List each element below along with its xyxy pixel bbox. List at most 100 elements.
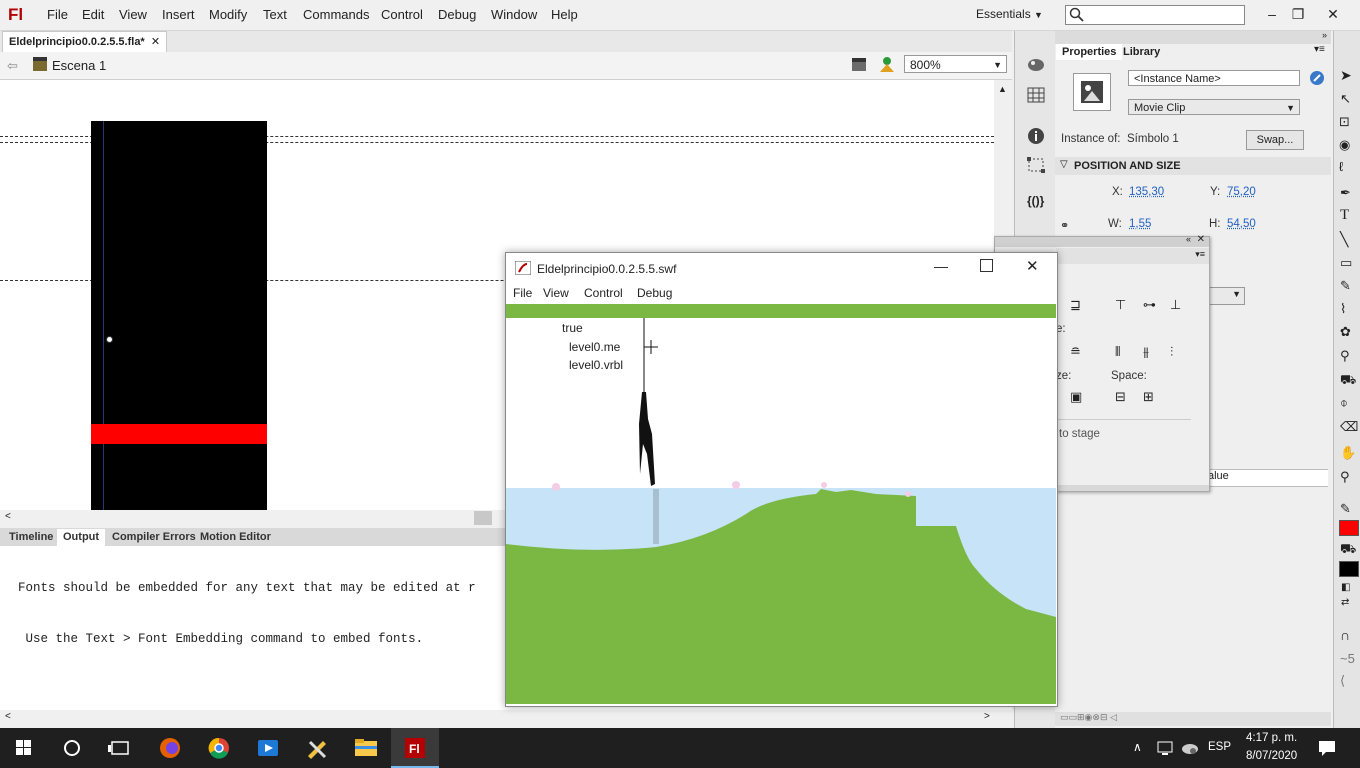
y-value[interactable]: 75,20 (1227, 186, 1256, 198)
eraser-icon[interactable]: ⌫ (1340, 419, 1358, 435)
resize-grip[interactable] (1056, 485, 1209, 491)
menu-modify[interactable]: Modify (209, 7, 247, 22)
footer-icons[interactable]: ▭▭⊞◉⊗⊟ ◁ (1060, 712, 1117, 723)
instance-name-field[interactable]: <Instance Name> (1128, 70, 1300, 86)
align-bottom-icon[interactable]: ⊒ (1070, 297, 1081, 313)
align-bottom-edge-icon[interactable]: ⊥ (1170, 297, 1181, 313)
workspace-switcher[interactable]: Essentials ▼ (976, 7, 1043, 21)
line-tool-icon[interactable]: ╲ (1340, 231, 1348, 248)
edit-scene-icon[interactable] (851, 56, 869, 74)
selection-tool-icon[interactable]: ➤ (1340, 67, 1352, 84)
restore-button[interactable]: ❐ (1283, 2, 1313, 26)
menu-text[interactable]: Text (263, 7, 287, 22)
tab-compiler-errors[interactable]: Compiler Errors (106, 529, 202, 546)
x-value[interactable]: 135,30 (1129, 186, 1164, 198)
document-tab[interactable]: Eldelprincipio0.0.2.5.5.fla* ✕ (2, 31, 168, 52)
3d-rotation-icon[interactable]: ◉ (1339, 137, 1350, 153)
align-to-stage-label[interactable]: to stage (1059, 428, 1100, 440)
paint-bucket-icon[interactable]: ⛟ (1340, 372, 1356, 390)
swf-game-canvas[interactable]: true level0.me level0.vrbl (506, 304, 1056, 704)
close-button[interactable]: ✕ (1318, 2, 1348, 26)
tab-properties[interactable]: Properties (1056, 44, 1123, 60)
tab-library[interactable]: Library (1117, 44, 1166, 60)
link-icon[interactable]: ⚭ (1060, 219, 1069, 232)
tab-output[interactable]: Output (57, 529, 106, 546)
registration-point[interactable] (106, 336, 113, 343)
fill-color-swatch[interactable] (1339, 561, 1359, 577)
zoom-select[interactable]: 800% ▼ (904, 55, 1007, 73)
match-height-icon[interactable]: ▣ (1070, 389, 1082, 405)
free-transform-icon[interactable]: ⊡ (1339, 114, 1350, 130)
menu-commands[interactable]: Commands (303, 7, 369, 22)
flash-taskbar-icon[interactable]: Fl (391, 728, 439, 768)
start-button[interactable] (0, 728, 48, 768)
hand-tool-icon[interactable]: ✋ (1340, 445, 1356, 461)
swf-minimize-button[interactable]: — (934, 258, 948, 274)
swf-title-bar[interactable]: Eldelprincipio0.0.2.5.5.swf — ✕ (506, 253, 1057, 283)
scroll-thumb[interactable] (474, 511, 492, 525)
swf-maximize-button[interactable] (980, 259, 993, 272)
output-horizontal-scrollbar[interactable]: < > (0, 710, 1012, 727)
symbol-type-select[interactable]: Movie Clip ▼ (1128, 99, 1300, 115)
zoom-tool-icon[interactable]: ⚲ (1340, 469, 1350, 485)
file-explorer-icon[interactable] (342, 728, 390, 768)
task-view-icon[interactable] (96, 728, 144, 768)
back-arrow-icon[interactable]: ⇦ (7, 58, 18, 74)
tools-app-icon[interactable] (293, 728, 341, 768)
align-top-icon[interactable]: ⊤ (1115, 297, 1126, 313)
scroll-right-icon[interactable]: > (984, 711, 990, 722)
pencil-tool-icon[interactable]: ✎ (1340, 278, 1351, 294)
space-evenly-vertical-icon[interactable]: ⊟ (1115, 389, 1126, 405)
swf-close-button[interactable]: ✕ (1026, 257, 1039, 275)
pen-tool-icon[interactable]: ✒ (1340, 185, 1351, 201)
swatches-icon[interactable] (1027, 87, 1045, 103)
lasso-icon[interactable]: ℓ (1339, 159, 1343, 174)
space-evenly-horizontal-icon[interactable]: ⊞ (1143, 389, 1154, 405)
panel-menu-icon[interactable]: ▾≡ (1195, 249, 1205, 260)
h-value[interactable]: 54,50 (1227, 218, 1256, 230)
edit-icon[interactable] (1309, 70, 1325, 86)
swf-menu-view[interactable]: View (543, 286, 569, 300)
rectangle-tool-icon[interactable]: ▭ (1340, 255, 1352, 271)
language-indicator[interactable]: ESP (1208, 741, 1231, 753)
close-panel-icon[interactable]: ✕ (1197, 234, 1205, 245)
menu-view[interactable]: View (119, 7, 147, 22)
swf-menu-control[interactable]: Control (584, 286, 623, 300)
align-vertical-center-icon[interactable]: ⊶ (1143, 297, 1156, 313)
text-tool-icon[interactable]: T (1340, 207, 1349, 224)
tab-motion-editor[interactable]: Motion Editor (194, 529, 277, 546)
media-player-icon[interactable] (244, 728, 292, 768)
smooth-icon[interactable]: ~5 (1340, 651, 1355, 666)
notification-icon[interactable] (1318, 739, 1336, 757)
menu-debug[interactable]: Debug (438, 7, 476, 22)
distribute-center-icon[interactable]: ⫵ (1143, 344, 1149, 360)
chrome-icon[interactable] (195, 728, 243, 768)
blend-select[interactable]: ▼ (1208, 287, 1245, 305)
brush-tool-icon[interactable]: ⌇ (1340, 301, 1346, 317)
scroll-left-icon[interactable]: < (5, 711, 11, 722)
movie-clip-instance[interactable] (91, 121, 267, 510)
clock-time[interactable]: 4:17 p. m. (1246, 732, 1297, 744)
align-panel-header[interactable]: «✕ (995, 234, 1209, 247)
eyedropper-icon[interactable]: ⌽ (1340, 395, 1348, 411)
swf-menu-file[interactable]: File (513, 286, 532, 300)
volume-icon[interactable] (1181, 739, 1199, 757)
position-size-header[interactable]: ▽ POSITION AND SIZE (1055, 157, 1331, 175)
show-hidden-icons[interactable]: ∧ (1133, 740, 1142, 754)
menu-insert[interactable]: Insert (162, 7, 195, 22)
stroke-color-icon[interactable]: ✎ (1340, 501, 1351, 517)
scene-label[interactable]: Escena 1 (52, 58, 106, 73)
stroke-color-swatch[interactable] (1339, 520, 1359, 536)
menu-edit[interactable]: Edit (82, 7, 104, 22)
fill-color-icon[interactable]: ⛟ (1340, 541, 1356, 559)
actions-icon[interactable]: {()} (1027, 194, 1045, 210)
swap-button[interactable]: Swap... (1246, 130, 1304, 150)
straighten-icon[interactable]: ⟨ (1340, 673, 1345, 689)
menu-control[interactable]: Control (381, 7, 423, 22)
menu-window[interactable]: Window (491, 7, 537, 22)
collapse-icon[interactable]: » (1322, 30, 1327, 40)
distribute-left-icon[interactable]: ⫴ (1115, 344, 1120, 360)
w-value[interactable]: 1,55 (1129, 218, 1151, 230)
tab-timeline[interactable]: Timeline (3, 529, 59, 546)
distribute-right-icon[interactable]: ⫶ (1170, 344, 1173, 360)
